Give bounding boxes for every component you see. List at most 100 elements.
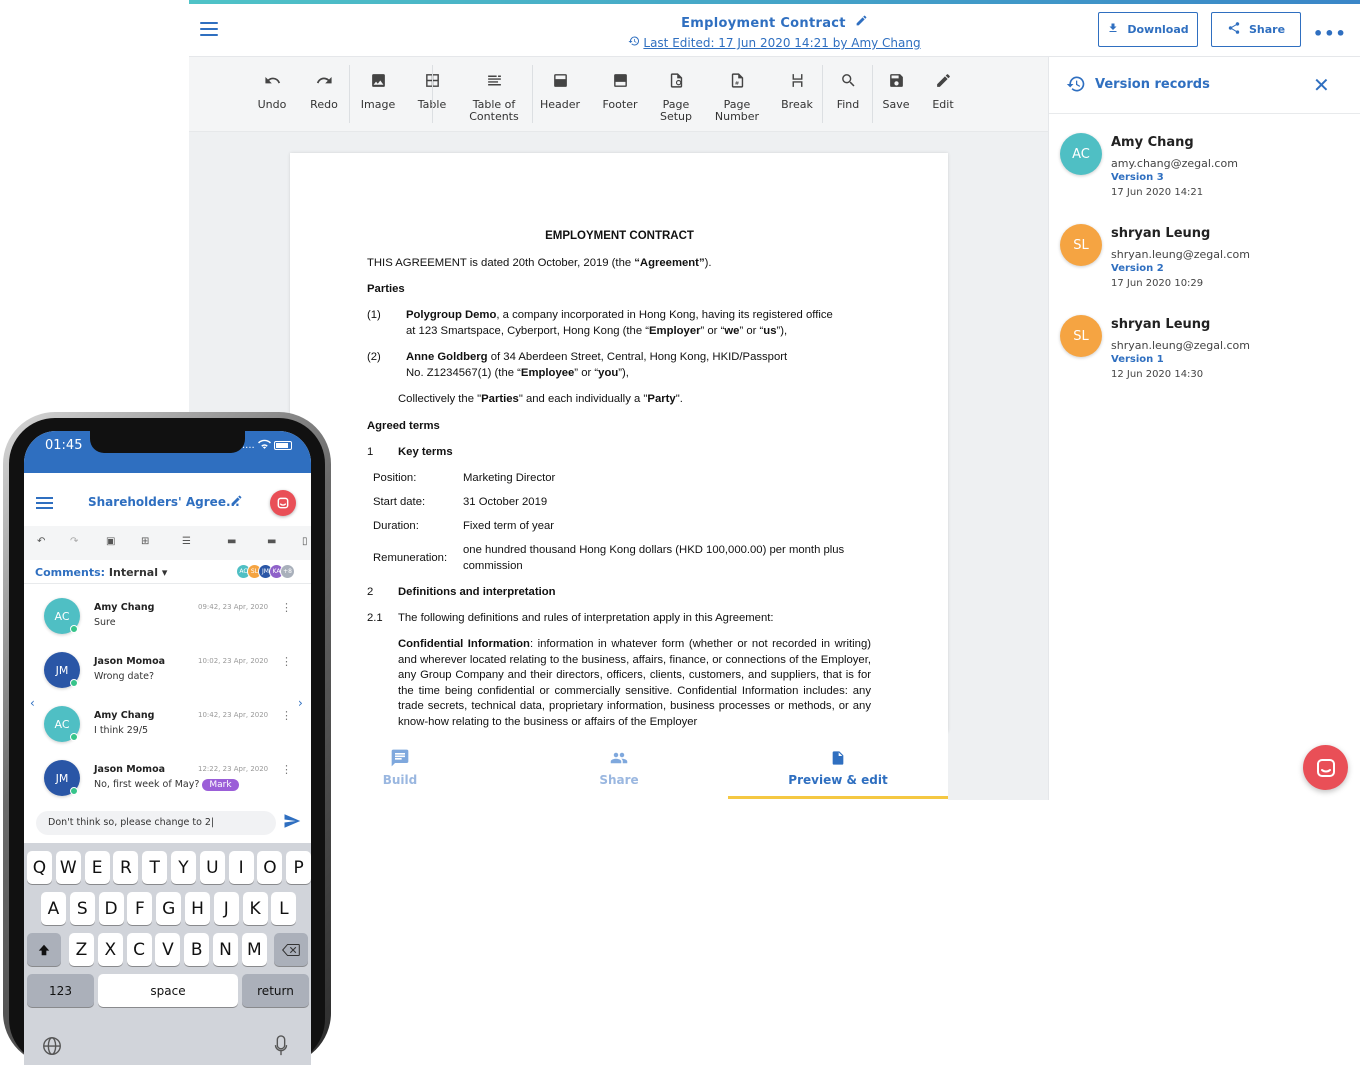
key-x[interactable]: X: [97, 933, 123, 966]
status-time: 01:45: [45, 438, 83, 453]
comment-item[interactable]: JM Jason Momoa Wrong date? 10:02, 23 Apr, 2…: [24, 646, 311, 700]
toc-icon[interactable]: ☰: [182, 536, 191, 547]
version-records-title: Version records: [1095, 77, 1210, 92]
collectively-a: Collectively the ": [398, 393, 482, 405]
key-v[interactable]: V: [155, 933, 181, 966]
key-o[interactable]: O: [257, 851, 283, 884]
return-key[interactable]: return: [242, 974, 309, 1007]
party1-line2c: ” or “: [739, 324, 764, 337]
key-k[interactable]: K: [242, 892, 268, 925]
toolbar-divider: [432, 65, 433, 123]
redo-icon[interactable]: ↷: [70, 536, 78, 547]
kebab-menu-icon[interactable]: ⋮: [281, 655, 292, 668]
comments-bar[interactable]: Comments: Internal ▾ AC SL JM KA +8: [24, 560, 311, 584]
image-icon[interactable]: ▣: [106, 536, 115, 547]
key-n[interactable]: N: [213, 933, 238, 966]
tab-preview-edit[interactable]: Preview & edit: [738, 747, 938, 787]
key-i[interactable]: I: [228, 851, 254, 884]
kebab-menu-icon[interactable]: ⋮: [281, 763, 292, 776]
version-record[interactable]: SL shryan Leung shryan.leung@zegal.com Vers…: [1049, 212, 1360, 302]
footer-icon[interactable]: ▬: [267, 536, 276, 547]
key-g[interactable]: G: [156, 892, 182, 925]
term-label: Remuneration:: [373, 552, 448, 564]
more-options-icon[interactable]: •••: [1313, 24, 1347, 43]
page-setup-icon[interactable]: ▯: [302, 536, 308, 547]
key-f[interactable]: F: [127, 892, 153, 925]
key-b[interactable]: B: [184, 933, 210, 966]
comment-item[interactable]: AC Amy Chang Sure 09:42, 23 Apr, 2020 ⋮: [24, 592, 311, 646]
comment-author: Jason Momoa: [94, 656, 166, 667]
key-t[interactable]: T: [142, 851, 168, 884]
toolbar-divider: [872, 65, 873, 123]
toolbar-divider: [349, 65, 350, 123]
header-icon[interactable]: ▬: [227, 536, 236, 547]
comment-time: 12:22, 23 Apr, 2020: [198, 765, 269, 773]
comment-item[interactable]: AC Amy Chang I think 29/5 10:42, 23 Apr, 20…: [24, 700, 311, 754]
key-q[interactable]: Q: [27, 851, 52, 884]
key-u[interactable]: U: [199, 851, 225, 884]
undo-icon[interactable]: ↶: [37, 536, 45, 547]
section1-title: Key terms: [398, 446, 453, 458]
section1-number: 1: [367, 446, 374, 458]
mobile-chat-button[interactable]: [270, 490, 296, 516]
key-y[interactable]: Y: [171, 851, 196, 884]
key-c[interactable]: C: [126, 933, 152, 966]
chevron-left-icon[interactable]: ‹: [30, 696, 35, 710]
share-button[interactable]: Share: [1211, 12, 1301, 47]
space-key[interactable]: space: [98, 974, 238, 1007]
document-icon: [738, 747, 938, 769]
version-number[interactable]: Version 3: [1111, 172, 1164, 183]
key-a[interactable]: A: [41, 892, 66, 925]
version-record[interactable]: AC Amy Chang amy.chang@zegal.com Version 3 1…: [1049, 121, 1360, 211]
table-icon[interactable]: ⊞: [141, 536, 149, 547]
key-e[interactable]: E: [84, 851, 110, 884]
phone-screen: 01:45 .... Shareholders' Agree... ↶ ↷ ▣ …: [24, 431, 311, 1065]
key-s[interactable]: S: [69, 892, 95, 925]
download-button[interactable]: Download: [1098, 12, 1198, 47]
close-icon[interactable]: ✕: [1313, 73, 1330, 97]
key-m[interactable]: M: [241, 933, 267, 966]
key-r[interactable]: R: [113, 851, 139, 884]
chat-fab-button[interactable]: [1303, 745, 1348, 790]
version-number[interactable]: Version 2: [1111, 263, 1164, 274]
key-j[interactable]: J: [213, 892, 239, 925]
version-number[interactable]: Version 1: [1111, 354, 1164, 365]
signal-text: ....: [242, 440, 255, 451]
edit-title-pencil-icon[interactable]: [230, 494, 243, 511]
key-h[interactable]: H: [185, 892, 210, 925]
comments-selector[interactable]: Comments: Internal ▾: [35, 566, 167, 579]
send-icon[interactable]: [283, 812, 301, 834]
globe-icon[interactable]: [41, 1035, 63, 1061]
term-value: one hundred thousand Hong Kong dollars (…: [463, 544, 845, 572]
avatar: SL: [1060, 224, 1102, 266]
edit-title-pencil-icon[interactable]: [855, 14, 868, 31]
mobile-document-title[interactable]: Shareholders' Agree...: [88, 495, 240, 509]
comment-input[interactable]: Don't think so, please change to 2|: [36, 811, 276, 835]
last-edited-text: Last Edited: 17 Jun 2020 14:21 by Amy Ch…: [643, 36, 921, 50]
intro-end: ).: [704, 257, 712, 269]
key-p[interactable]: P: [286, 851, 311, 884]
microphone-icon[interactable]: [274, 1035, 288, 1061]
numbers-key[interactable]: 123: [27, 974, 94, 1007]
version-record[interactable]: SL shryan Leung shryan.leung@zegal.com Vers…: [1049, 303, 1360, 393]
kebab-menu-icon[interactable]: ⋮: [281, 709, 292, 722]
chevron-right-icon[interactable]: ›: [298, 696, 303, 710]
party1-us: us: [763, 324, 777, 337]
party2-employee: Employee: [520, 366, 575, 379]
collectively-text: Collectively the "Parties" and each indi…: [398, 392, 683, 408]
document-title[interactable]: Employment Contract: [681, 16, 846, 31]
backspace-key[interactable]: [274, 933, 308, 966]
key-d[interactable]: D: [98, 892, 124, 925]
mark-tag[interactable]: Mark: [202, 779, 239, 791]
shift-key[interactable]: [27, 933, 61, 966]
key-z[interactable]: Z: [69, 933, 94, 966]
comment-item[interactable]: JM Jason Momoa No, first week of May? Mark 1…: [24, 754, 311, 808]
toolbar-pencil-button[interactable]: Edit: [903, 67, 983, 111]
tab-share[interactable]: Share: [519, 747, 719, 787]
status-indicators: ....: [242, 439, 292, 452]
document-page[interactable]: EMPLOYMENT CONTRACT THIS AGREEMENT is da…: [290, 153, 948, 732]
menu-icon[interactable]: [36, 497, 53, 512]
key-l[interactable]: L: [271, 892, 297, 925]
key-w[interactable]: W: [55, 851, 81, 884]
kebab-menu-icon[interactable]: ⋮: [281, 601, 292, 614]
